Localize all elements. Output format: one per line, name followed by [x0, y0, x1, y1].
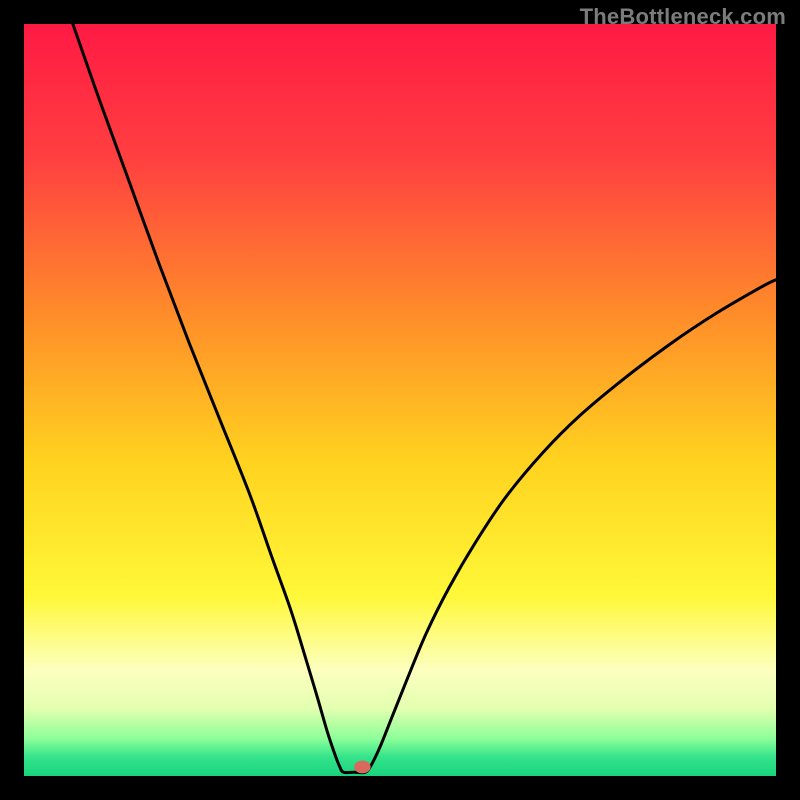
gradient-background	[24, 24, 776, 776]
outer-frame: TheBottleneck.com	[0, 0, 800, 800]
plot-area	[24, 24, 776, 776]
bottleneck-chart	[24, 24, 776, 776]
optimal-point-marker	[354, 761, 371, 774]
